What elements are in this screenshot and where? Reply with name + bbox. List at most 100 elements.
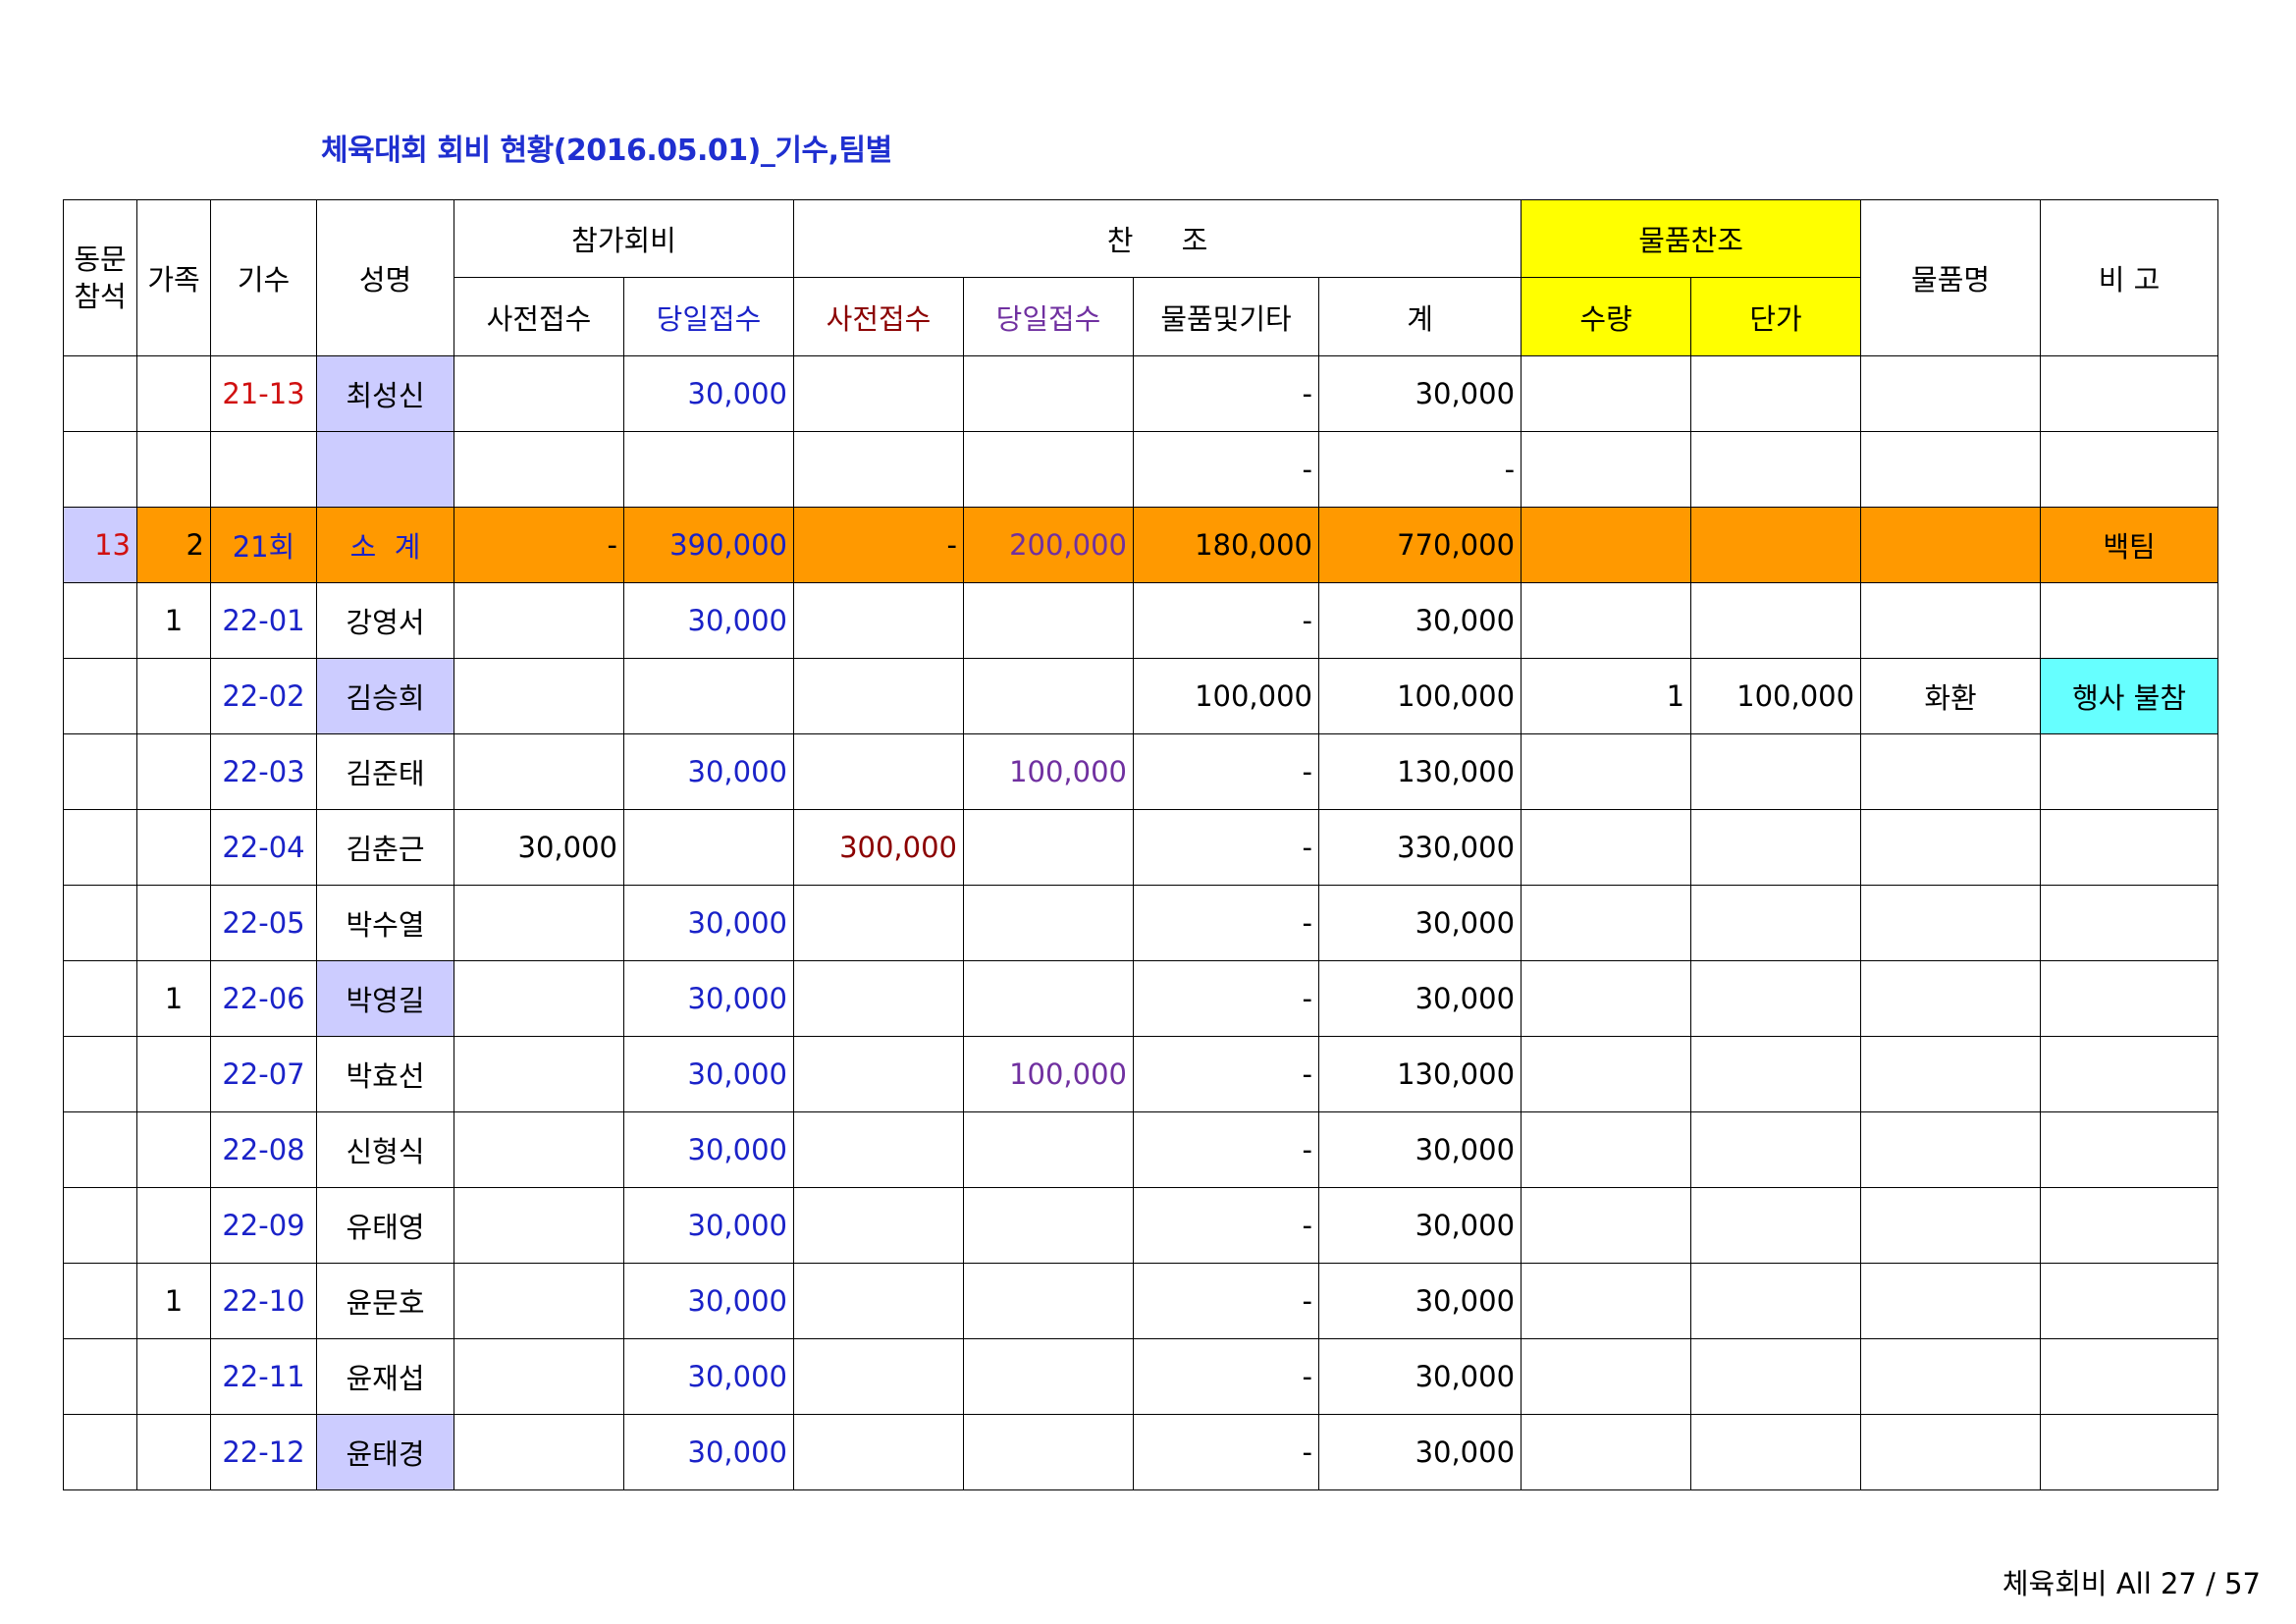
cell-sup-pre [793,1338,965,1415]
cell-sup-goods: - [1133,355,1320,432]
cell-qty [1521,582,1692,659]
cell-note: 행사 불참 [2040,658,2219,734]
cell-attend [63,1414,137,1490]
cell-note [2040,733,2219,810]
cell-qty: 1 [1521,658,1692,734]
cell-total: 30,000 [1318,1263,1522,1339]
cell-note [2040,1187,2219,1264]
cell-sup-goods: 180,000 [1133,507,1320,583]
cell-class-no: 22-12 [210,1414,317,1490]
cell-sup-goods: - [1133,1111,1320,1188]
cell-class-no: 22-09 [210,1187,317,1264]
cell-unit-price [1690,355,1862,432]
cell-sup-day [963,809,1135,886]
cell-fee-day: 30,000 [622,885,795,961]
table-row: 1 22-01 강영서 30,000 - 30,000 [63,582,2219,659]
cell-total: 30,000 [1318,1414,1522,1490]
cell-name: 박영길 [316,960,454,1037]
cell-class-no: 21-13 [210,355,317,432]
cell-sup-goods: - [1133,733,1320,810]
cell-unit-price [1690,431,1862,508]
cell-family [136,1187,211,1264]
cell-sup-day [963,1263,1135,1339]
cell-sup-pre: 300,000 [793,809,965,886]
table-row: 22-11 윤재섭 30,000 - 30,000 [63,1338,2219,1415]
header-unit-price: 단가 [1690,277,1862,356]
header-class-no: 기수 [210,199,317,356]
cell-fee-pre [454,355,624,432]
cell-note: 백팀 [2040,507,2219,583]
cell-note [2040,1111,2219,1188]
cell-unit-price [1690,809,1862,886]
cell-family: 1 [136,1263,211,1339]
table-row: 21-13 최성신 30,000 - 30,000 [63,355,2219,432]
cell-attend [63,1187,137,1264]
table-row: 1 22-06 박영길 30,000 - 30,000 [63,960,2219,1037]
cell-total: 100,000 [1318,658,1522,734]
cell-attend [63,1338,137,1415]
cell-sup-pre [793,431,965,508]
cell-qty [1521,733,1692,810]
header-attend: 동문 참석 [63,199,137,356]
cell-unit-price [1690,1414,1862,1490]
cell-goods-name [1860,885,2042,961]
cell-family [136,431,211,508]
cell-unit-price [1690,1111,1862,1188]
cell-goods-name [1860,733,2042,810]
cell-fee-day: 30,000 [622,1414,795,1490]
cell-total: - [1318,431,1522,508]
cell-fee-pre [454,1111,624,1188]
cell-goods-name [1860,582,2042,659]
cell-unit-price [1690,1187,1862,1264]
cell-fee-pre [454,1036,624,1112]
cell-goods-name [1860,1263,2042,1339]
cell-family [136,1338,211,1415]
cell-sup-pre [793,1187,965,1264]
cell-sup-day [963,1111,1135,1188]
subtotal-row: 13 2 21회 소 계 - 390,000 - 200,000 180,000… [63,507,2219,583]
cell-sup-day [963,885,1135,961]
table-row: 22-02 김승희 100,000 100,000 1 100,000 화환 행… [63,658,2219,734]
cell-attend [63,960,137,1037]
cell-goods-name [1860,960,2042,1037]
cell-fee-pre [454,960,624,1037]
cell-total: 30,000 [1318,960,1522,1037]
cell-total: 130,000 [1318,733,1522,810]
cell-total: 30,000 [1318,1111,1522,1188]
cell-name: 소 계 [316,507,454,583]
cell-qty [1521,507,1692,583]
cell-class-no: 22-10 [210,1263,317,1339]
cell-class-no: 22-07 [210,1036,317,1112]
cell-fee-day: 30,000 [622,1187,795,1264]
cell-family [136,885,211,961]
cell-qty [1521,960,1692,1037]
cell-family [136,733,211,810]
cell-sup-pre [793,1414,965,1490]
cell-qty [1521,355,1692,432]
header-row-1: 동문 참석 가족 기수 성명 참가회비 찬 조 물품찬조 물품명 비 고 [63,199,2219,356]
cell-qty [1521,1414,1692,1490]
table-row: - - [63,431,2219,508]
cell-name: 신형식 [316,1111,454,1188]
cell-class-no: 21회 [210,507,317,583]
cell-class-no: 22-04 [210,809,317,886]
table-row: 22-05 박수열 30,000 - 30,000 [63,885,2219,961]
cell-total: 330,000 [1318,809,1522,886]
cell-qty [1521,809,1692,886]
cell-name: 김춘근 [316,809,454,886]
cell-fee-pre [454,1263,624,1339]
cell-class-no: 22-03 [210,733,317,810]
cell-family [136,355,211,432]
cell-attend [63,431,137,508]
cell-unit-price [1690,960,1862,1037]
cell-name: 최성신 [316,355,454,432]
page-title: 체육대회 회비 현황(2016.05.01)_기수,팀별 [321,134,892,168]
cell-sup-goods: - [1133,1263,1320,1339]
cell-sup-pre [793,355,965,432]
table-row: 22-08 신형식 30,000 - 30,000 [63,1111,2219,1188]
table-body: 21-13 최성신 30,000 - 30,000 - - 13 2 21회 소… [63,355,2219,1490]
cell-total: 770,000 [1318,507,1522,583]
cell-sup-day [963,1414,1135,1490]
cell-sup-day [963,960,1135,1037]
cell-sup-goods: - [1133,431,1320,508]
